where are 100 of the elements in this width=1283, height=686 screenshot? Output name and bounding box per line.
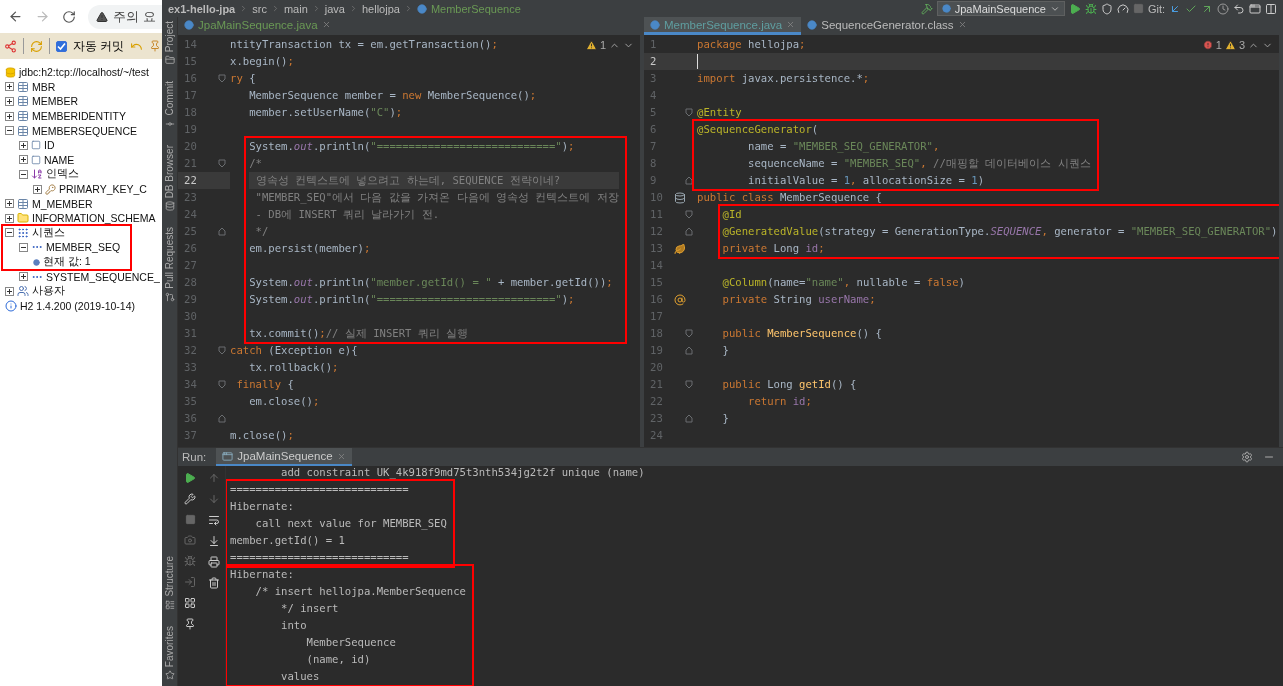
- layout-icon[interactable]: [184, 597, 196, 609]
- expand-toggle[interactable]: [5, 199, 14, 209]
- stop-icon[interactable]: [1132, 3, 1144, 14]
- breadcrumb-item[interactable]: src: [252, 2, 267, 15]
- info-icon: [5, 299, 17, 312]
- tree-item-label[interactable]: MEMBERSEQUENCE: [32, 124, 137, 137]
- fold-marker-icon[interactable]: [685, 380, 693, 389]
- window-icon[interactable]: [1249, 2, 1261, 15]
- tree-item-label[interactable]: MEMBERIDENTITY: [32, 110, 126, 123]
- collapse-toggle[interactable]: [19, 242, 28, 252]
- fold-marker-icon[interactable]: [685, 176, 693, 185]
- tool-window-button[interactable]: Pull Requests: [164, 226, 175, 289]
- tree-item-label[interactable]: MEMBER: [32, 95, 79, 108]
- collapse-toggle[interactable]: [5, 228, 14, 238]
- close-icon[interactable]: [336, 451, 346, 461]
- fold-marker-icon[interactable]: [685, 414, 693, 423]
- tree-item-label[interactable]: 사용자: [32, 284, 65, 299]
- tool-window-icon[interactable]: [164, 55, 175, 66]
- close-icon[interactable]: [786, 20, 796, 29]
- stop-icon[interactable]: [184, 514, 196, 525]
- fold-marker-icon[interactable]: [685, 108, 693, 117]
- settings-icon[interactable]: [1241, 451, 1253, 463]
- print-icon[interactable]: [207, 556, 220, 568]
- fold-marker-icon[interactable]: [685, 210, 693, 219]
- run-icon[interactable]: [1068, 2, 1081, 15]
- expand-toggle[interactable]: [33, 184, 42, 194]
- debug-icon[interactable]: [1084, 2, 1097, 15]
- history-icon[interactable]: [1217, 2, 1229, 15]
- line-number: 15: [650, 275, 664, 290]
- tree-item-label[interactable]: jdbc:h2:tcp://localhost/~/test: [19, 66, 149, 79]
- tree-item-label[interactable]: 시퀀스: [32, 225, 65, 240]
- tree-item-label[interactable]: PRIMARY_KEY_C: [59, 183, 147, 196]
- fold-marker-icon[interactable]: [218, 346, 226, 355]
- layout-icon[interactable]: [1265, 2, 1277, 15]
- collapse-toggle[interactable]: [19, 169, 28, 179]
- nodes-icon[interactable]: [4, 39, 17, 53]
- hammer-icon[interactable]: [920, 2, 933, 15]
- bug-icon[interactable]: [184, 555, 196, 567]
- run-tab[interactable]: JpaMainSequence: [216, 448, 352, 466]
- fold-marker-icon[interactable]: [685, 346, 693, 355]
- tree-item-label[interactable]: 인덱스: [46, 167, 79, 182]
- breadcrumb-item[interactable]: ex1-hello-jpa: [168, 2, 236, 15]
- breadcrumb-item[interactable]: java: [324, 2, 345, 15]
- line-number: 14: [184, 37, 198, 52]
- expand-toggle[interactable]: [5, 213, 14, 223]
- forward-icon[interactable]: [35, 9, 50, 24]
- code-line: private String userName;: [721, 292, 876, 307]
- tool-window-icon[interactable]: [164, 599, 175, 610]
- code-line: tx.rollback();: [248, 360, 339, 375]
- pin-icon[interactable]: [184, 618, 196, 630]
- tree-item-label[interactable]: MBR: [32, 80, 56, 93]
- expand-toggle[interactable]: [5, 82, 14, 92]
- trash-icon[interactable]: [207, 577, 220, 589]
- expand-toggle[interactable]: [19, 155, 28, 165]
- back-icon[interactable]: [8, 9, 23, 24]
- close-icon[interactable]: [957, 20, 967, 29]
- exit-icon[interactable]: [184, 576, 196, 588]
- tool-window-icon[interactable]: [164, 670, 175, 680]
- fold-marker-icon[interactable]: [218, 414, 226, 423]
- tree-item-label[interactable]: NAME: [44, 153, 75, 166]
- tree-item-label[interactable]: H2 1.4.200 (2019-10-14): [20, 299, 135, 312]
- tree-item-label[interactable]: ID: [44, 139, 55, 152]
- fold-marker-icon[interactable]: [685, 329, 693, 338]
- tool-window-button[interactable]: Favorites: [164, 625, 175, 667]
- tree-item-label[interactable]: INFORMATION_SCHEMA: [32, 212, 156, 225]
- breadcrumb-item[interactable]: hellojpa: [361, 2, 400, 15]
- tool-window-icon[interactable]: [164, 200, 175, 211]
- tool-window-button[interactable]: Project: [164, 21, 175, 53]
- wrap-icon[interactable]: [207, 514, 220, 526]
- run-icon[interactable]: [184, 472, 196, 484]
- tree-item-label[interactable]: SYSTEM_SEQUENCE_: [46, 270, 160, 283]
- collapse-toggle[interactable]: [5, 126, 14, 136]
- close-icon[interactable]: [321, 20, 331, 29]
- camera-icon[interactable]: [184, 534, 196, 546]
- scroll-to-end-icon[interactable]: [207, 535, 220, 547]
- tool-window-icon[interactable]: [164, 291, 175, 302]
- tool-window-button[interactable]: DB Browser: [164, 144, 175, 198]
- fold-marker-icon[interactable]: [218, 74, 226, 83]
- expand-toggle[interactable]: [5, 111, 14, 121]
- fold-marker-icon[interactable]: [685, 227, 693, 236]
- breadcrumb-item[interactable]: main: [283, 2, 308, 15]
- tool-window-button[interactable]: Commit: [164, 81, 175, 116]
- expand-toggle[interactable]: [19, 272, 28, 282]
- editor-tab[interactable]: SequenceGenerator.class: [801, 17, 973, 35]
- fold-marker-icon[interactable]: [218, 227, 226, 236]
- expand-toggle[interactable]: [19, 140, 28, 150]
- expand-toggle[interactable]: [5, 286, 14, 296]
- wrench-icon[interactable]: [184, 493, 196, 505]
- expand-toggle[interactable]: [5, 97, 14, 106]
- checkbox[interactable]: [56, 40, 67, 52]
- fold-marker-icon[interactable]: [218, 380, 226, 389]
- fold-marker-icon[interactable]: [218, 159, 226, 168]
- run-configuration-dropdown[interactable]: JpaMainSequence: [936, 1, 1065, 16]
- reload-icon[interactable]: [62, 9, 76, 24]
- address-bar[interactable]: 주의 요: [88, 4, 162, 29]
- tree-item-label[interactable]: M_MEMBER: [32, 197, 93, 210]
- tree-item-label[interactable]: 현재 값: 1: [43, 255, 91, 269]
- down-icon[interactable]: [207, 493, 220, 505]
- tree-item-label[interactable]: MEMBER_SEQ: [46, 241, 121, 254]
- tool-window-button[interactable]: Structure: [164, 556, 175, 597]
